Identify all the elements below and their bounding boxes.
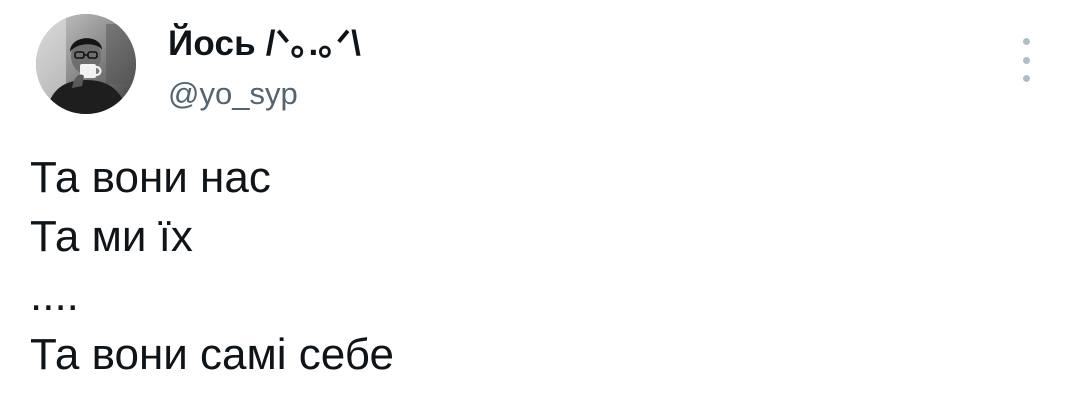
more-dot — [1022, 38, 1030, 45]
tweet-card[interactable]: Йось /ᐠ｡.｡ᐟ\ @yo_syp Та вони нас Та ми ї… — [0, 0, 1080, 420]
tweet-text: Та вони нас Та ми їх .... Та вони самі с… — [30, 148, 394, 384]
tweet-text-line: Та вони нас — [30, 153, 271, 202]
more-dot — [1022, 56, 1030, 64]
more-dot — [1022, 75, 1030, 82]
avatar[interactable] — [36, 14, 136, 114]
tweet-text-line: Та вони самі себе — [30, 330, 394, 379]
more-vertical-icon[interactable] — [1014, 38, 1038, 82]
author-display-name[interactable]: Йось /ᐠ｡.｡ᐟ\ — [168, 22, 361, 66]
tweet-text-line: Та ми їх — [30, 212, 193, 261]
avatar-photo-icon — [36, 14, 136, 114]
author-handle[interactable]: @yo_syp — [168, 74, 298, 114]
tweet-text-line: .... — [30, 271, 79, 320]
